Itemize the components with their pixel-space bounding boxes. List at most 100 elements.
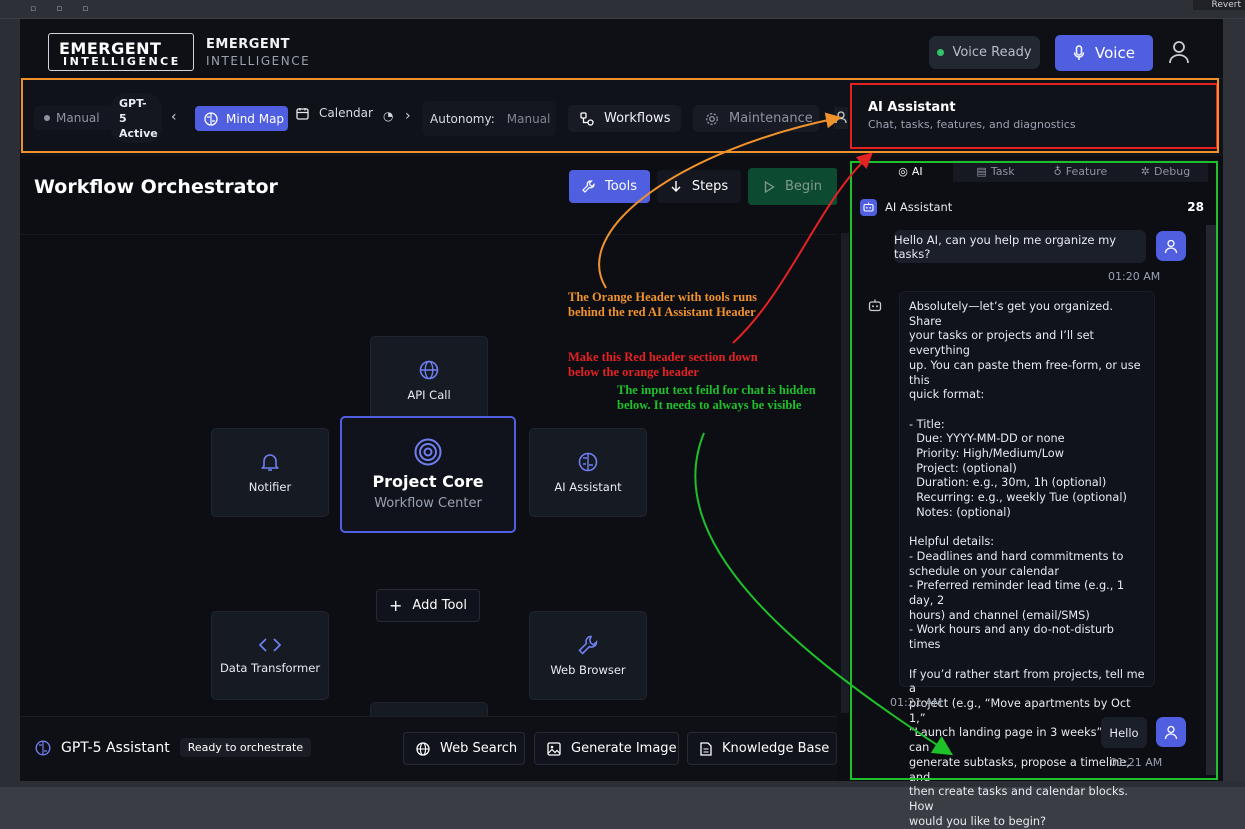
tab-ai[interactable]: ◎ AI: [868, 160, 953, 182]
node-api-call[interactable]: API Call: [370, 336, 488, 426]
annotation-orange-text: The Orange Header with tools runs behind…: [568, 290, 778, 320]
steps-button[interactable]: Steps: [657, 170, 741, 203]
gpt-assistant-label: GPT-5 Assistant Ready to orchestrate: [35, 738, 312, 757]
globe-icon: [419, 360, 439, 380]
lightbulb-icon: ♁: [1053, 164, 1062, 178]
calendar-button[interactable]: Calendar: [296, 106, 373, 120]
message-time: 01:21 AM: [1110, 756, 1163, 769]
robot-icon: [868, 299, 882, 312]
message-time: 01:21 AM: [890, 696, 943, 709]
assistant-bottombar: GPT-5 Assistant Ready to orchestrate Web…: [20, 716, 837, 781]
workflow-icon: [580, 111, 594, 126]
user-profile-icon[interactable]: [1168, 39, 1190, 65]
ai-message: Absolutely—let’s get you organized. Shar…: [899, 291, 1155, 828]
mindmap-button[interactable]: Mind Map: [195, 106, 288, 131]
assistant-header-title: AI Assistant: [868, 100, 956, 115]
assistant-name: GPT-5 Assistant: [61, 739, 170, 756]
web-search-label: Web Search: [440, 741, 518, 756]
node-partial[interactable]: [370, 702, 488, 717]
clock-icon[interactable]: ◔: [383, 109, 393, 123]
workflows-label: Workflows: [604, 111, 671, 126]
window-left-edge: [0, 19, 20, 787]
user-avatar-icon: [1156, 717, 1186, 747]
node-ai-assistant[interactable]: AI Assistant: [529, 428, 647, 517]
maintenance-button[interactable]: Maintenance: [693, 105, 819, 132]
os-icon[interactable]: ▫: [56, 4, 62, 14]
brain-icon: [35, 739, 51, 756]
hidden-user-icon[interactable]: [834, 107, 848, 129]
chat-header-title: AI Assistant: [885, 200, 953, 214]
assistant-header-subtitle: Chat, tasks, features, and diagnostics: [868, 118, 1076, 131]
wrench-icon: [578, 635, 598, 655]
tools-button[interactable]: Tools: [569, 170, 650, 203]
workflows-button[interactable]: Workflows: [568, 105, 681, 132]
gear-icon: [706, 112, 718, 125]
plus-icon: +: [389, 596, 403, 615]
calendar-icon: [296, 107, 309, 120]
model-chip[interactable]: GPT- 5 Active: [110, 93, 162, 143]
tab-feature[interactable]: ♁ Feature: [1038, 160, 1123, 182]
core-title: Project Core: [372, 472, 484, 491]
mindmap-label: Mind Map: [226, 111, 285, 126]
os-icon[interactable]: ▫: [82, 4, 88, 14]
node-notifier[interactable]: Notifier: [211, 428, 329, 517]
chevron-left-icon[interactable]: ‹: [171, 109, 177, 125]
chevron-right-icon[interactable]: ›: [405, 108, 411, 124]
globe-icon: [416, 741, 430, 756]
logo[interactable]: EMERGENT INTELLIGENCE: [48, 33, 194, 71]
autonomy-label: Autonomy:: [430, 111, 495, 126]
node-data-transformer[interactable]: Data Transformer: [211, 611, 329, 700]
generate-image-button[interactable]: Generate Image: [534, 732, 679, 765]
voice-button[interactable]: Voice: [1055, 35, 1153, 71]
voice-status-label: Voice Ready: [952, 45, 1032, 60]
web-search-button[interactable]: Web Search: [403, 732, 525, 765]
tab-task[interactable]: ▤ Task: [953, 160, 1038, 182]
bug-icon: ✲: [1140, 164, 1151, 178]
begin-label: Begin: [784, 179, 823, 194]
model-line2: 5: [119, 111, 127, 125]
os-menubar: ▫ ▫ ▫: [0, 0, 1245, 18]
tab-debug[interactable]: ✲ Debug: [1123, 160, 1208, 182]
chat-scrollbar[interactable]: [1206, 225, 1216, 775]
tab-label: Feature: [1065, 164, 1108, 178]
tools-label: Tools: [604, 179, 638, 194]
assistant-header: AI Assistant Chat, tasks, features, and …: [850, 83, 1218, 149]
knowledge-base-button[interactable]: Knowledge Base: [687, 732, 837, 765]
brain-icon: ◎: [898, 164, 908, 178]
message-text: Hello AI, can you help me organize my ta…: [894, 232, 1117, 261]
add-tool-button[interactable]: + Add Tool: [376, 589, 480, 622]
os-revert-label[interactable]: Revert: [1193, 0, 1245, 10]
top-header: EMERGENT INTELLIGENCE EMERGENT INTELLIGE…: [20, 19, 1223, 79]
core-subtitle: Workflow Center: [374, 496, 482, 511]
tab-label: Task: [990, 164, 1015, 178]
node-project-core[interactable]: Project Core Workflow Center: [340, 416, 516, 533]
autonomy-selector[interactable]: Autonomy: Manual: [422, 101, 556, 136]
bell-icon: [260, 453, 280, 471]
arrow-down-icon: [671, 181, 681, 192]
os-icon[interactable]: ▫: [30, 4, 36, 14]
user-message: Hello: [1101, 717, 1147, 748]
user-message: Hello AI, can you help me organize my ta…: [894, 230, 1146, 263]
annotation-green-text: The input text feild for chat is hidden …: [617, 383, 826, 413]
document-icon: ▤: [976, 164, 987, 178]
chat-tabs: ◎ AI ▤ Task ♁ Feature ✲ Debug: [868, 160, 1208, 182]
steps-label: Steps: [691, 179, 729, 194]
document-icon: [700, 741, 712, 756]
generate-image-label: Generate Image: [571, 741, 677, 756]
mode-dot-icon: [44, 115, 50, 121]
canvas-scrollbar[interactable]: [841, 233, 849, 713]
image-icon: [547, 741, 561, 756]
mode-chip[interactable]: Manual: [34, 106, 112, 130]
user-icon: [835, 111, 847, 124]
add-tool-label: Add Tool: [412, 598, 467, 613]
robot-icon: [860, 198, 877, 216]
brand-subtitle: INTELLIGENCE: [206, 54, 311, 68]
voice-status-badge: Voice Ready: [929, 36, 1040, 69]
brand-title: EMERGENT: [206, 37, 291, 52]
play-icon: [764, 180, 775, 193]
logo-line2: INTELLIGENCE: [63, 55, 181, 68]
node-label: Data Transformer: [219, 660, 321, 675]
begin-button[interactable]: Begin: [748, 168, 838, 205]
node-web-browser[interactable]: Web Browser: [529, 611, 647, 700]
node-label: API Call: [407, 388, 451, 402]
